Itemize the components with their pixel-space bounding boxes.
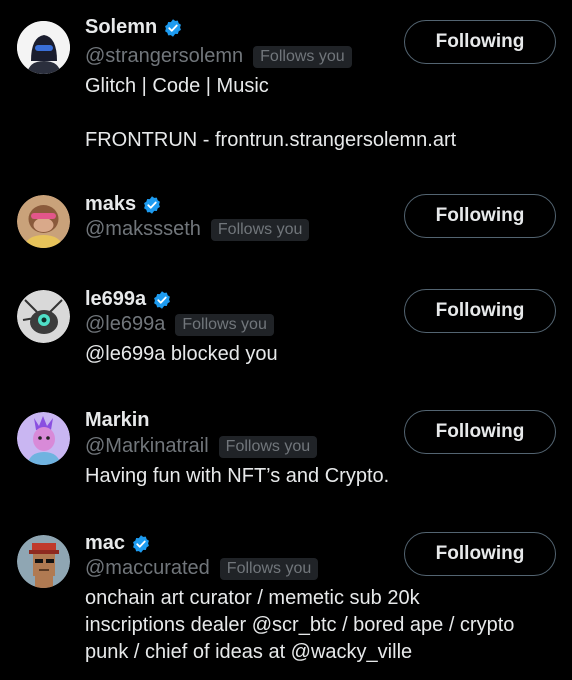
user-bio: onchain art curator / memetic sub 20k in… (85, 587, 515, 663)
verified-badge-icon (144, 195, 161, 214)
user-bio: Having fun with NFT’s and Crypto. (85, 465, 390, 487)
user-row[interactable]: mac @maccurated Follows you onchain art … (0, 520, 572, 680)
user-avatar[interactable] (17, 21, 70, 74)
user-bio: @le699a blocked you (85, 343, 278, 365)
user-row[interactable]: maks @makssseth Follows you Following (0, 170, 572, 280)
verified-badge-icon (133, 534, 149, 553)
user-name[interactable]: maks (85, 193, 136, 216)
user-avatar[interactable] (17, 535, 70, 588)
following-button[interactable]: Following (404, 410, 556, 454)
user-handle[interactable]: @strangersolemn (85, 45, 243, 68)
user-row[interactable]: Solemn @strangersolemn Follows you Glitc… (0, 0, 572, 170)
following-button[interactable]: Following (404, 194, 556, 238)
user-handle[interactable]: @maccurated (85, 557, 210, 580)
user-name[interactable]: Solemn (85, 16, 157, 39)
ape-avatar-icon (17, 195, 70, 248)
user-row[interactable]: le699a @le699a Follows you @le699a block… (0, 280, 572, 395)
user-name[interactable]: le699a (85, 288, 146, 311)
user-handle[interactable]: @makssseth (85, 218, 201, 241)
helmet-avatar-icon (17, 21, 70, 74)
user-handle[interactable]: @Markinatrail (85, 435, 209, 458)
follows-you-badge: Follows you (218, 435, 318, 458)
user-avatar[interactable] (17, 290, 70, 343)
verified-badge-icon (165, 18, 182, 37)
user-bio: Glitch | Code | Music FRONTRUN - frontru… (85, 75, 457, 151)
following-button[interactable]: Following (404, 532, 556, 576)
robot-avatar-icon (17, 290, 70, 343)
user-row[interactable]: Markin @Markinatrail Follows you Having … (0, 395, 572, 520)
follows-you-badge: Follows you (219, 557, 319, 580)
user-name[interactable]: Markin (85, 409, 149, 432)
follows-you-badge: Follows you (175, 313, 274, 336)
cryptopunk-avatar-icon (17, 535, 70, 588)
follows-you-badge: Follows you (210, 218, 310, 241)
user-avatar[interactable] (17, 412, 70, 465)
user-avatar[interactable] (17, 195, 70, 248)
purple-character-avatar-icon (17, 412, 70, 465)
user-handle[interactable]: @le699a (85, 313, 165, 336)
following-button[interactable]: Following (404, 20, 556, 64)
following-button[interactable]: Following (404, 289, 556, 333)
user-name[interactable]: mac (85, 532, 125, 555)
verified-badge-icon (154, 290, 171, 309)
follows-you-badge: Follows you (253, 45, 352, 68)
